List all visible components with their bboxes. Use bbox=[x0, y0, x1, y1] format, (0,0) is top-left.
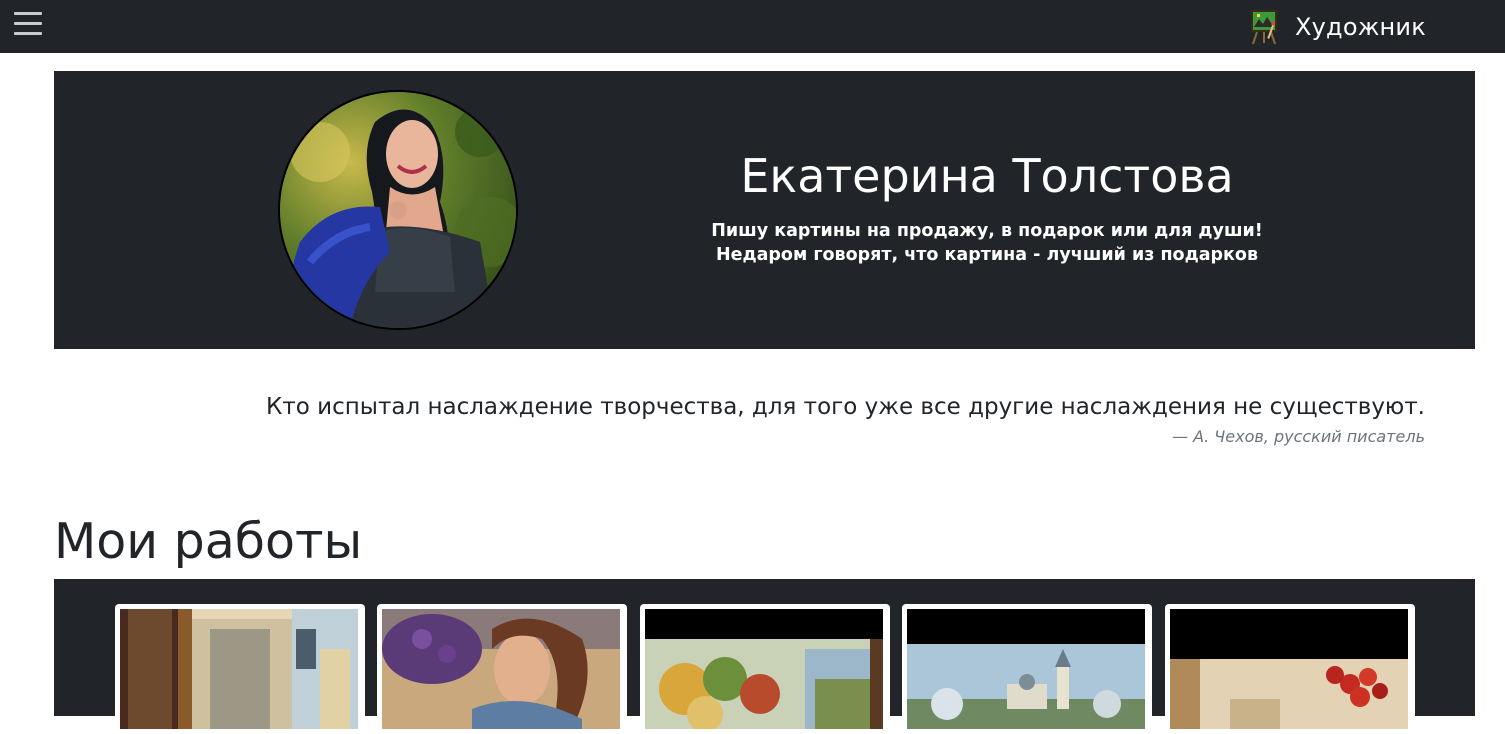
artwork-image bbox=[1170, 609, 1408, 729]
brand-title: Художник bbox=[1295, 13, 1426, 41]
artist-portrait-photo bbox=[280, 92, 516, 328]
navbar: Художник bbox=[0, 0, 1505, 53]
artwork-card[interactable] bbox=[902, 604, 1152, 734]
artwork-image bbox=[382, 609, 620, 729]
brand-link[interactable]: Художник bbox=[1249, 8, 1426, 46]
works-gallery bbox=[54, 579, 1475, 734]
artwork-image bbox=[645, 609, 883, 729]
artist-name-heading: Екатерина Толстова bbox=[740, 149, 1234, 203]
artwork-card[interactable] bbox=[1165, 604, 1415, 734]
artwork-card[interactable] bbox=[640, 604, 890, 734]
quote-author: — А. Чехов, русский писатель bbox=[1172, 427, 1425, 446]
works-section-title: Мои работы bbox=[54, 513, 363, 570]
artwork-image bbox=[907, 609, 1145, 729]
quote-block: Кто испытал наслаждение творчества, для … bbox=[54, 390, 1425, 450]
hero-subtitle: Пишу картины на продажу, в подарок или д… bbox=[704, 219, 1270, 267]
quote-text: Кто испытал наслаждение творчества, для … bbox=[266, 394, 1425, 420]
artwork-card[interactable] bbox=[115, 604, 365, 734]
avatar bbox=[278, 90, 518, 330]
hamburger-menu-icon[interactable] bbox=[14, 10, 42, 38]
artwork-image bbox=[120, 609, 358, 729]
easel-painting-icon bbox=[1251, 10, 1277, 45]
hero-banner: Екатерина Толстова Пишу картины на прода… bbox=[54, 71, 1475, 349]
artwork-card[interactable] bbox=[377, 604, 627, 734]
hero-subtitle-line-1: Пишу картины на продажу, в подарок или д… bbox=[711, 221, 1263, 241]
hero-subtitle-line-2: Недаром говорят, что картина - лучший из… bbox=[715, 245, 1259, 265]
